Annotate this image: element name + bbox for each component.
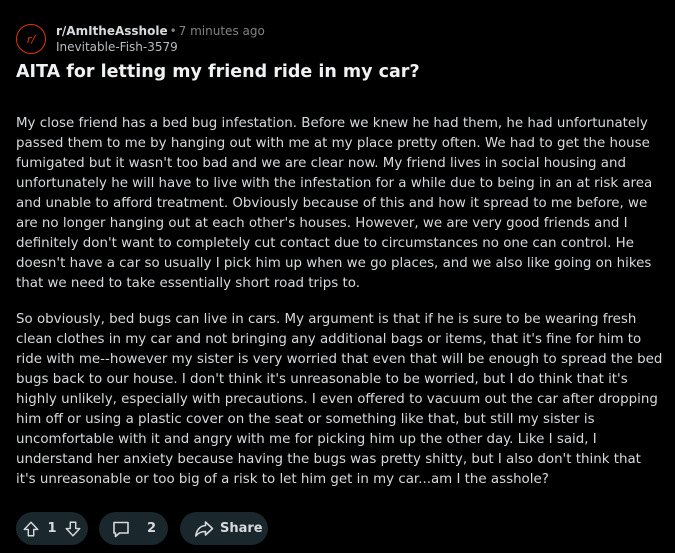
downvote-icon[interactable] (64, 520, 82, 538)
upvote-icon[interactable] (22, 520, 40, 538)
post-time: 7 minutes ago (178, 24, 265, 38)
comments-button[interactable]: 2 (99, 512, 168, 545)
action-bar: 1 2 Share (16, 512, 268, 545)
author-link[interactable]: Inevitable-Fish-3579 (56, 39, 265, 55)
vote-pill: 1 (16, 512, 88, 545)
subreddit-link[interactable]: r/AmItheAsshole (56, 24, 168, 38)
post-body: My close friend has a bed bug infestatio… (16, 114, 664, 490)
meta-separator: • (169, 24, 177, 38)
post-meta: r/AmItheAsshole • 7 minutes ago Inevitable… (56, 23, 265, 55)
share-icon (194, 520, 214, 538)
post-title[interactable]: AITA for letting my friend ride in my ca… (16, 62, 420, 82)
post-header: r/ r/AmItheAsshole • 7 minutes ago Inevita… (16, 23, 265, 55)
comment-count: 2 (146, 521, 156, 536)
meta-top-line: r/AmItheAsshole • 7 minutes ago (56, 23, 265, 39)
subreddit-avatar[interactable]: r/ (16, 24, 46, 54)
post-paragraph: My close friend has a bed bug infestatio… (16, 116, 653, 291)
share-button[interactable]: Share (180, 512, 268, 545)
comment-icon (111, 519, 131, 539)
vote-count: 1 (47, 521, 57, 536)
share-label: Share (220, 521, 263, 536)
post-paragraph: So obviously, bed bugs can live in cars.… (16, 312, 663, 487)
post-card: r/ r/AmItheAsshole • 7 minutes ago Inevita… (0, 0, 675, 553)
